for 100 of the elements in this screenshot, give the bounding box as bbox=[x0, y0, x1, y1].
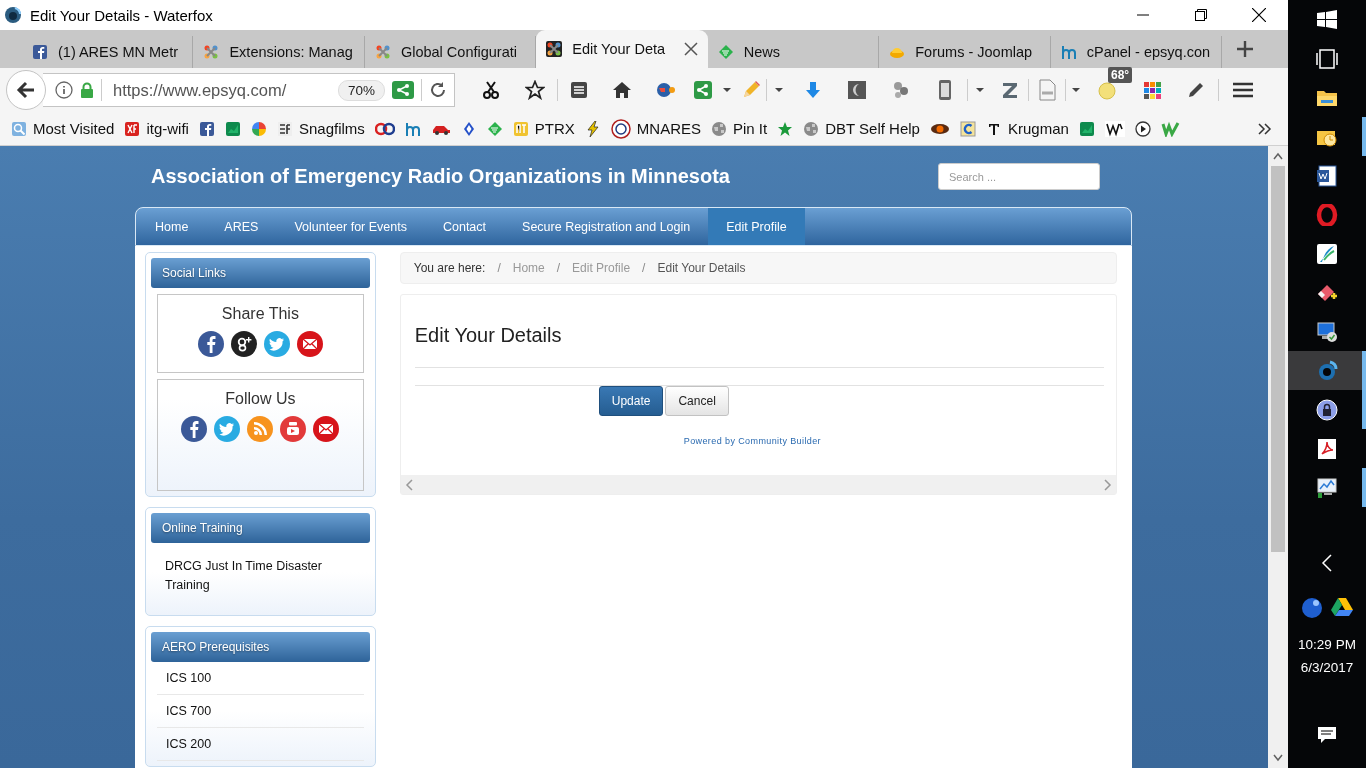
plus-icon bbox=[1236, 40, 1255, 58]
scroll-thumb[interactable] bbox=[1271, 166, 1285, 552]
twitter-icon[interactable] bbox=[214, 416, 241, 442]
windows-logo-icon[interactable] bbox=[1317, 9, 1337, 30]
ring-icon[interactable] bbox=[1316, 203, 1338, 226]
update-button[interactable]: Update bbox=[598, 386, 664, 416]
scissors-icon[interactable] bbox=[481, 80, 501, 100]
temperature-badge: 68° bbox=[1108, 67, 1133, 83]
task-view-icon[interactable] bbox=[1316, 48, 1338, 69]
bookmark-link[interactable]: PTRX bbox=[512, 120, 575, 137]
moon-icon[interactable] bbox=[847, 80, 867, 100]
quill-icon[interactable] bbox=[1316, 242, 1338, 265]
nav-item[interactable]: Volunteer for Events bbox=[276, 208, 425, 245]
pen-icon[interactable] bbox=[1186, 80, 1206, 100]
chevron-left-icon[interactable] bbox=[1321, 553, 1333, 573]
grid-icon[interactable] bbox=[1142, 80, 1162, 100]
chevron-right-icon bbox=[1104, 478, 1112, 491]
reader-icon[interactable] bbox=[569, 80, 589, 100]
breadcrumb-label: You are here: bbox=[413, 261, 486, 275]
module-header: Online Training bbox=[151, 513, 370, 543]
list-item[interactable]: ICS 200 bbox=[157, 728, 364, 761]
horizontal-scrollbar[interactable] bbox=[400, 475, 1116, 494]
mail-icon[interactable] bbox=[296, 331, 323, 357]
ball-icon[interactable] bbox=[1301, 596, 1323, 619]
facebook-icon bbox=[32, 44, 48, 60]
puzzle-logo-icon bbox=[374, 44, 391, 60]
breadcrumb-item: Edit Your Details bbox=[657, 261, 746, 275]
computer-icon[interactable] bbox=[1316, 320, 1338, 343]
breadcrumb-separator: / bbox=[642, 261, 646, 275]
video-icon[interactable] bbox=[280, 416, 307, 442]
nav-item[interactable]: Secure Registration and Login bbox=[504, 208, 709, 245]
bookmark-link[interactable]: Snagfilms bbox=[276, 120, 365, 137]
clock[interactable]: 10:29 PM 6/3/2017 bbox=[1288, 632, 1366, 679]
star-icon[interactable] bbox=[525, 80, 545, 100]
nav-item[interactable]: Contact bbox=[424, 208, 505, 245]
nav-item[interactable]: Home bbox=[137, 208, 207, 245]
home-icon[interactable] bbox=[612, 80, 632, 100]
monitor-chart-icon[interactable] bbox=[1316, 476, 1338, 499]
z-icon[interactable] bbox=[1000, 80, 1020, 100]
bookmark-link[interactable] bbox=[1134, 120, 1151, 137]
caret-icon[interactable] bbox=[975, 85, 985, 95]
caret-icon[interactable] bbox=[774, 85, 784, 95]
globe-icon[interactable] bbox=[655, 80, 677, 100]
restore-icon bbox=[1195, 9, 1207, 21]
caret-icon[interactable] bbox=[1071, 85, 1081, 95]
pdf-icon[interactable] bbox=[1316, 437, 1338, 460]
triangle-logo-icon[interactable] bbox=[1331, 596, 1353, 617]
molecule-icon[interactable] bbox=[891, 80, 911, 100]
document-icon[interactable] bbox=[1316, 164, 1338, 187]
bookmark-link[interactable]: itg-wifi bbox=[124, 120, 189, 137]
bookmark-link[interactable] bbox=[198, 120, 215, 137]
sun-icon[interactable] bbox=[1097, 79, 1119, 101]
bookmark-link[interactable]: MNARES bbox=[610, 118, 701, 139]
reload-icon[interactable] bbox=[429, 81, 447, 99]
bookmark-link[interactable] bbox=[584, 120, 601, 137]
training-link[interactable]: DRCG Just In Time Disaster Training bbox=[151, 543, 370, 610]
bookmark-link[interactable]: Pin It bbox=[711, 120, 768, 137]
facebook-icon[interactable] bbox=[181, 416, 208, 442]
facebook-icon[interactable] bbox=[197, 331, 224, 357]
search-field[interactable]: Search ... bbox=[938, 163, 1100, 190]
breadcrumb-separator: / bbox=[497, 261, 501, 275]
list-item[interactable]: ICS 100 bbox=[157, 662, 364, 695]
share-icon[interactable] bbox=[392, 81, 414, 99]
notification-icon[interactable] bbox=[1317, 724, 1337, 745]
chevron-icon[interactable] bbox=[1258, 122, 1272, 135]
chevron-left-icon bbox=[404, 478, 413, 491]
close-icon[interactable] bbox=[683, 42, 698, 56]
menu-icon[interactable] bbox=[1232, 81, 1254, 99]
arches-logo-icon bbox=[1060, 44, 1077, 60]
mail-icon[interactable] bbox=[313, 416, 340, 442]
bookmark-link[interactable] bbox=[374, 120, 395, 137]
download-icon[interactable] bbox=[803, 80, 823, 100]
bookmark-link[interactable]: Most Visited bbox=[11, 120, 115, 137]
breadcrumb-separator: / bbox=[556, 261, 561, 275]
back-button[interactable] bbox=[6, 70, 46, 110]
c-tile-icon bbox=[959, 120, 976, 137]
google-plus-icon[interactable] bbox=[230, 331, 257, 357]
list-item[interactable]: ICS 700 bbox=[157, 695, 364, 728]
nav-item[interactable]: Edit Profile bbox=[708, 208, 805, 245]
share-icon[interactable] bbox=[693, 80, 713, 100]
bookmark-link[interactable]: Krugman bbox=[985, 120, 1069, 137]
bookmark-link[interactable]: DBT Self Help bbox=[803, 120, 920, 137]
info-icon[interactable] bbox=[55, 81, 73, 99]
app-logo-icon bbox=[4, 6, 22, 24]
zoom-indicator[interactable]: 70% bbox=[337, 79, 385, 101]
nav-item[interactable]: ARES bbox=[206, 208, 277, 245]
cancel-button[interactable]: Cancel bbox=[665, 386, 729, 416]
bookmark-link[interactable] bbox=[1104, 120, 1125, 137]
powered-by-link[interactable]: Powered by Community Builder bbox=[683, 436, 1104, 446]
seal-icon bbox=[610, 118, 631, 139]
twitter-icon[interactable] bbox=[263, 331, 290, 357]
vertical-scrollbar[interactable] bbox=[1268, 146, 1288, 768]
swirl-logo-icon[interactable] bbox=[1316, 359, 1338, 382]
address-bar[interactable]: https://www.epsyq.com/ 70% bbox=[43, 73, 455, 107]
caret-icon[interactable] bbox=[722, 85, 732, 95]
browser-tab[interactable]: Edit Your Deta bbox=[536, 30, 708, 68]
lock-icon[interactable] bbox=[1316, 398, 1338, 421]
site-title: Association of Emergency Radio Organizations in Minnesota bbox=[151, 165, 731, 188]
lock-icon bbox=[80, 82, 94, 98]
leaf-icon bbox=[486, 120, 503, 137]
